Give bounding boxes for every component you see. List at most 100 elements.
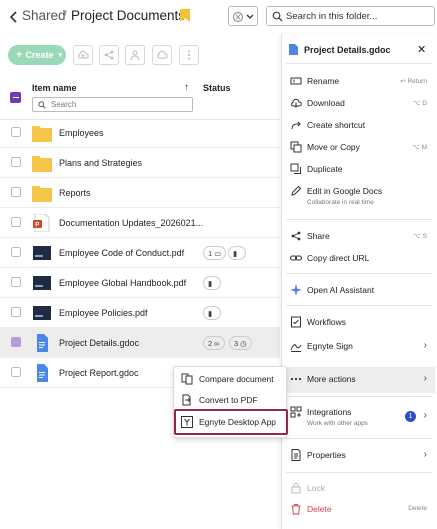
column-item-name[interactable]: Item name bbox=[32, 83, 77, 93]
ai-assistant-action[interactable]: Open AI Assistant bbox=[281, 280, 435, 302]
pdf-thumbnail-icon bbox=[32, 274, 52, 292]
list-item[interactable]: Reports bbox=[0, 178, 280, 208]
properties-action[interactable]: Properties › bbox=[281, 445, 435, 467]
row-checkbox[interactable] bbox=[11, 187, 21, 197]
chevron-down-icon: ▾ bbox=[58, 52, 62, 59]
column-status[interactable]: Status bbox=[203, 83, 231, 93]
folder-search[interactable] bbox=[266, 6, 435, 26]
search-icon bbox=[272, 11, 283, 22]
list-item[interactable]: P Documentation Updates_2026021... bbox=[0, 208, 280, 238]
comment-icon: ▭ bbox=[214, 248, 222, 258]
chevron-right-icon: › bbox=[423, 449, 427, 460]
convert-pdf-item[interactable]: Convert to PDF bbox=[173, 390, 287, 410]
more-options-button[interactable] bbox=[179, 45, 199, 65]
pdf-thumbnail-icon bbox=[32, 244, 52, 262]
filter-dropdown[interactable] bbox=[228, 6, 258, 26]
row-checkbox[interactable] bbox=[11, 247, 21, 257]
sort-arrow-icon[interactable]: ↑ bbox=[184, 82, 189, 93]
back-arrow-icon[interactable] bbox=[6, 9, 22, 25]
download-action[interactable]: Download ⌥ D bbox=[281, 93, 435, 115]
bookmark-icon[interactable] bbox=[180, 9, 190, 22]
sign-label: Egnyte Sign bbox=[307, 341, 353, 351]
list-item-selected[interactable]: Project Details.gdoc 2 ∞ 3 ◷ bbox=[0, 328, 280, 358]
close-icon[interactable]: ✕ bbox=[417, 43, 426, 56]
list-item[interactable]: Plans and Strategies bbox=[0, 148, 280, 178]
lock-icon bbox=[290, 482, 302, 494]
name-filter[interactable] bbox=[32, 97, 193, 112]
cloud-download-button[interactable] bbox=[152, 45, 172, 65]
chevron-right-icon: › bbox=[423, 340, 427, 351]
search-icon bbox=[38, 101, 46, 109]
analytics-badge[interactable]: ▮ bbox=[203, 306, 221, 320]
compare-icon bbox=[181, 373, 193, 385]
duplicate-icon bbox=[290, 163, 302, 175]
document-properties-icon bbox=[290, 449, 302, 461]
create-shortcut-action[interactable]: Create shortcut bbox=[281, 115, 435, 137]
analytics-badge[interactable]: ▮ bbox=[203, 276, 221, 290]
list-item[interactable]: Employees bbox=[0, 118, 280, 148]
file-name[interactable]: Project Details.gdoc bbox=[59, 338, 139, 348]
delete-shortcut: Delete bbox=[408, 505, 427, 512]
file-name[interactable]: Employee Code of Conduct.pdf bbox=[59, 248, 184, 258]
versions-badge[interactable]: 3 ◷ bbox=[229, 336, 252, 350]
compare-label: Compare document bbox=[199, 374, 274, 384]
lock-action[interactable]: Lock bbox=[281, 478, 435, 500]
name-filter-input[interactable] bbox=[51, 100, 191, 109]
create-button[interactable]: + Create ▾ bbox=[8, 45, 66, 65]
compare-document-item[interactable]: Compare document bbox=[173, 369, 287, 389]
links-badge[interactable]: 2 ∞ bbox=[203, 336, 225, 350]
file-name[interactable]: Documentation Updates_2026021... bbox=[59, 218, 203, 228]
analytics-badge[interactable]: ▮ bbox=[228, 246, 246, 260]
integrations-count-badge: 1 bbox=[405, 411, 416, 422]
delete-action[interactable]: Delete Delete bbox=[281, 499, 435, 521]
create-label: Create bbox=[25, 50, 54, 60]
duplicate-label: Duplicate bbox=[307, 164, 343, 174]
comments-badge[interactable]: 1 ▭ bbox=[203, 246, 227, 260]
list-item[interactable]: Employee Code of Conduct.pdf 1 ▭ ▮ bbox=[0, 238, 280, 268]
copy-url-action[interactable]: Copy direct URL bbox=[281, 248, 435, 270]
file-name[interactable]: Project Report.gdoc bbox=[59, 368, 139, 378]
share-button[interactable] bbox=[99, 45, 119, 65]
more-actions-item[interactable]: More actions › bbox=[281, 367, 435, 393]
plus-icon: + bbox=[16, 49, 23, 61]
select-all-checkbox[interactable] bbox=[10, 92, 21, 103]
file-name[interactable]: Plans and Strategies bbox=[59, 158, 142, 168]
list-item[interactable]: Employee Policies.pdf ▮ bbox=[0, 298, 280, 328]
duplicate-action[interactable]: Duplicate bbox=[281, 159, 435, 181]
breadcrumb-shared[interactable]: Shared bbox=[22, 8, 66, 23]
signature-icon bbox=[290, 340, 302, 352]
google-doc-icon bbox=[289, 44, 298, 55]
row-checkbox[interactable] bbox=[11, 367, 21, 377]
move-shortcut: ⌥ M bbox=[412, 144, 427, 151]
bar-chart-icon: ▮ bbox=[208, 308, 213, 318]
row-checkbox[interactable] bbox=[11, 307, 21, 317]
integrations-action[interactable]: Integrations Work with other apps 1 › bbox=[281, 402, 435, 432]
list-item[interactable]: Employee Global Handbook.pdf ▮ bbox=[0, 268, 280, 298]
edit-google-docs-action[interactable]: Edit in Google Docs Collaborate in real … bbox=[281, 181, 435, 211]
share-action[interactable]: Share ⌥ S bbox=[281, 226, 435, 248]
egnyte-sign-action[interactable]: Egnyte Sign › bbox=[281, 336, 435, 358]
add-user-button[interactable] bbox=[125, 45, 145, 65]
row-checkbox-checked[interactable] bbox=[11, 337, 21, 347]
file-name[interactable]: Employee Global Handbook.pdf bbox=[59, 278, 186, 288]
move-copy-action[interactable]: Move or Copy ⌥ M bbox=[281, 137, 435, 159]
row-checkbox[interactable] bbox=[11, 157, 21, 167]
file-name[interactable]: Employees bbox=[59, 128, 104, 138]
row-checkbox[interactable] bbox=[11, 277, 21, 287]
share-label: Share bbox=[307, 231, 330, 241]
folder-icon bbox=[32, 154, 52, 172]
search-input[interactable] bbox=[286, 11, 431, 22]
workflows-action[interactable]: Workflows bbox=[281, 312, 435, 334]
row-checkbox[interactable] bbox=[11, 127, 21, 137]
lock-label: Lock bbox=[307, 483, 325, 493]
upload-button[interactable] bbox=[73, 45, 93, 65]
rename-action[interactable]: Rename ↩ Return bbox=[281, 71, 435, 93]
row-checkbox[interactable] bbox=[11, 217, 21, 227]
share-icon bbox=[290, 230, 302, 242]
file-name[interactable]: Reports bbox=[59, 188, 91, 198]
convert-icon bbox=[181, 394, 193, 406]
file-name[interactable]: Employee Policies.pdf bbox=[59, 308, 148, 318]
powerpoint-file-icon: P bbox=[32, 214, 52, 232]
user-icon bbox=[130, 50, 140, 61]
pencil-icon bbox=[290, 185, 302, 197]
